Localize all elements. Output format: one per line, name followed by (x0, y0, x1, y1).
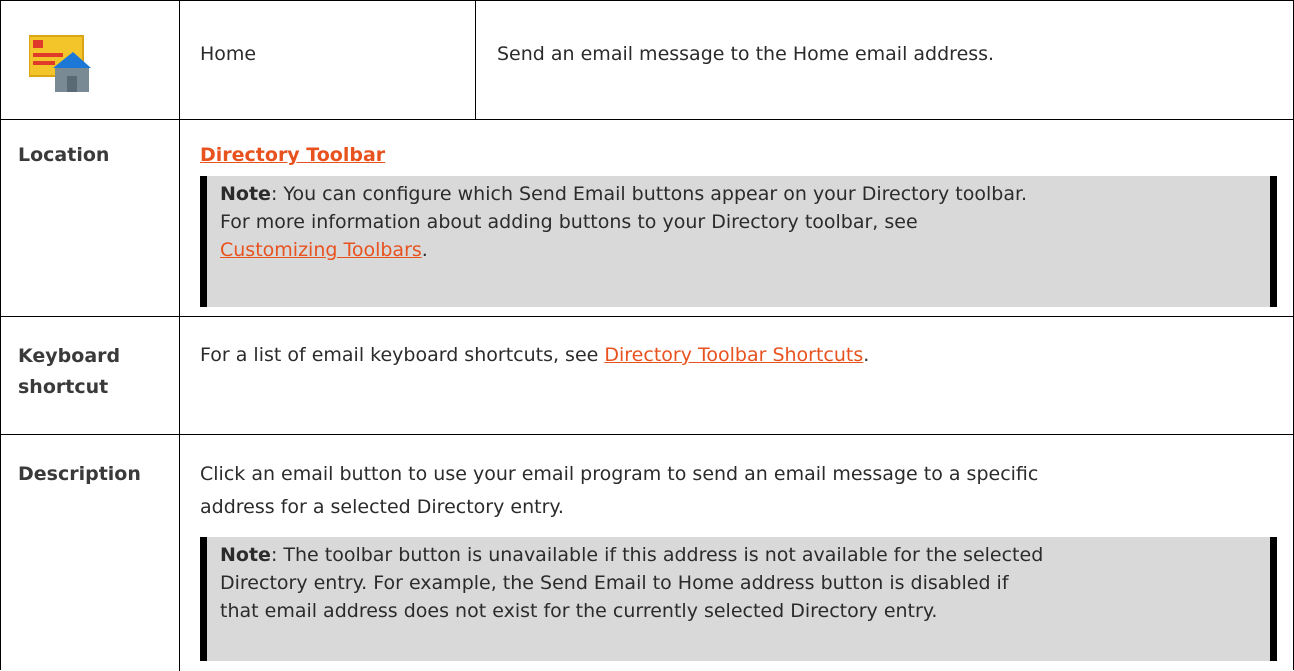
command-summary: Send an email message to the Home email … (497, 43, 995, 65)
location-label: Location (18, 144, 110, 166)
command-name: Home (200, 43, 257, 65)
column-divider (179, 435, 180, 671)
note-prefix: Note (220, 183, 271, 205)
note-text: : The toolbar button is unavailable if t… (270, 544, 1044, 566)
directory-toolbar-link[interactable]: Directory Toolbar (200, 141, 385, 169)
column-divider (179, 317, 180, 434)
keyboard-label-line1: Keyboard (18, 345, 121, 367)
command-reference-table: Home Send an email message to the Home e… (0, 0, 1294, 671)
description-note: Note: The toolbar button is unavailable … (200, 537, 1277, 661)
column-divider (475, 1, 476, 119)
column-divider (179, 120, 180, 316)
directory-toolbar-shortcuts-link[interactable]: Directory Toolbar Shortcuts (604, 344, 863, 366)
header-row: Home Send an email message to the Home e… (1, 1, 1293, 120)
keyboard-text: For a list of email keyboard shortcuts, … (200, 341, 869, 369)
location-row: Location Directory Toolbar Note: You can… (1, 120, 1293, 317)
description-text-line2: address for a selected Directory entry. (200, 496, 564, 518)
description-text-line1: Click an email button to use your email … (200, 463, 1039, 485)
keyboard-suffix: . (863, 344, 870, 366)
description-label: Description (18, 463, 141, 485)
keyboard-row: Keyboard shortcut For a list of email ke… (1, 317, 1293, 435)
keyboard-label-line2: shortcut (18, 376, 109, 398)
customizing-toolbars-link[interactable]: Customizing Toolbars (220, 239, 422, 261)
send-email-home-icon (28, 28, 92, 92)
note-text: For more information about adding button… (220, 211, 918, 233)
column-divider (179, 1, 180, 119)
keyboard-description: For a list of email keyboard shortcuts, … (200, 344, 605, 366)
note-suffix: . (421, 239, 428, 261)
note-text: Directory entry. For example, the Send E… (220, 572, 1009, 594)
note-text: that email address does not exist for th… (220, 600, 938, 622)
description-row: Description Click an email button to use… (1, 435, 1293, 671)
note-prefix: Note (220, 544, 271, 566)
location-note: Note: You can configure which Send Email… (200, 176, 1277, 307)
note-text: : You can configure which Send Email but… (270, 183, 1028, 205)
